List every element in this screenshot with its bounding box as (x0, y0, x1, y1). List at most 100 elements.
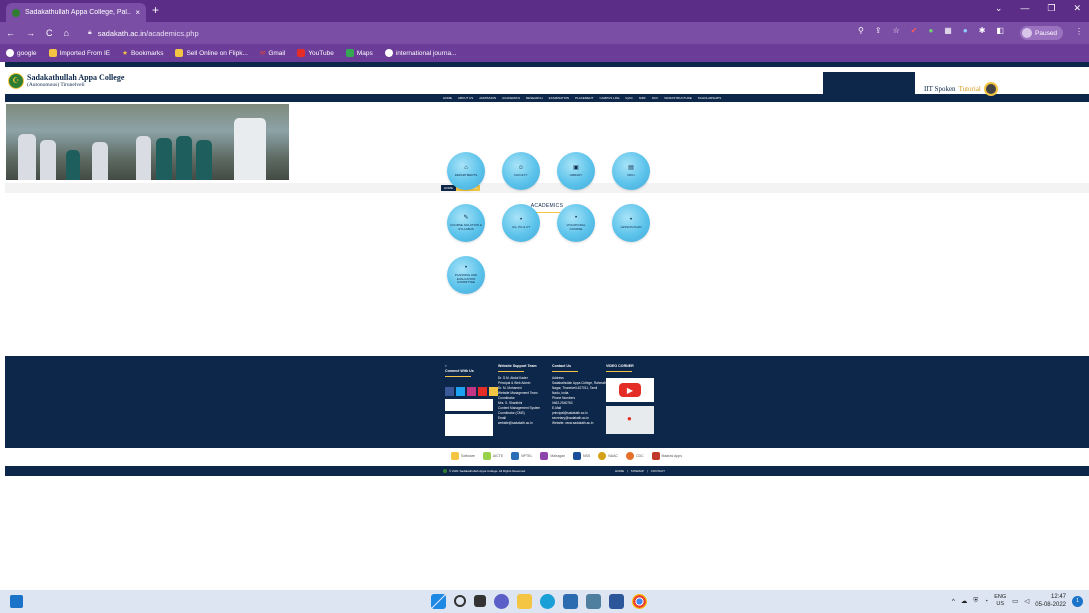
security-icon[interactable]: ⛨ (973, 597, 978, 605)
puzzle-icon[interactable]: ✱ (979, 26, 986, 35)
start-icon[interactable] (431, 594, 446, 609)
people-icon: ☺ (517, 164, 525, 171)
address-bar-row: ← → C ⌂ 🔒︎ sadakath.ac.in /academics.php… (0, 22, 1089, 44)
kebab-menu-icon[interactable]: ⋮ (1075, 27, 1083, 36)
sponsor-software[interactable]: Software (451, 452, 475, 460)
app-icon[interactable] (586, 594, 601, 609)
twitter-icon[interactable] (456, 387, 465, 396)
nav-academics[interactable]: ACADEMICS (502, 96, 520, 100)
sponsor-cdc[interactable]: CDC (625, 452, 644, 460)
college-name[interactable]: Sadakathullah Appa College (Autonomous) … (27, 73, 124, 88)
footer-link-sitemap[interactable]: SITEMAP (631, 469, 644, 473)
bookmark-journal[interactable]: international journa... (384, 49, 456, 57)
youtube-video[interactable]: ▶ (606, 378, 654, 402)
nav-iqac[interactable]: IQAC (625, 96, 632, 100)
bookmark-google[interactable]: google (6, 49, 37, 57)
bookmark-maps[interactable]: Maps (345, 49, 373, 57)
browser-tab[interactable]: Sadakathullah Appa College, Pal... × (6, 3, 146, 22)
file-explorer-icon[interactable] (517, 594, 532, 609)
forward-arrow-icon[interactable]: → (26, 28, 35, 38)
clock[interactable]: 12:47 05-08-2022 (1035, 593, 1066, 609)
aicte-logo-icon (482, 452, 491, 460)
nav-placement[interactable]: PLACEMENT (575, 96, 593, 100)
profile-button[interactable]: Paused (1020, 26, 1064, 40)
nirf-badge[interactable] (445, 399, 493, 411)
sidepanel-icon[interactable]: ◧ (996, 26, 1004, 35)
bookmark-bookmarks[interactable]: ★ Bookmarks (122, 49, 163, 58)
search-icon[interactable]: ⚲ (858, 26, 864, 35)
sponsor-nss[interactable]: NSS (573, 452, 590, 460)
youtube-icon[interactable] (478, 387, 487, 396)
nav-about[interactable]: ABOUT US (458, 96, 473, 100)
chat-icon[interactable] (494, 594, 509, 609)
linkedin-icon[interactable] (489, 387, 498, 396)
reload-icon[interactable]: C (46, 28, 53, 38)
nav-research[interactable]: RESEARCH (526, 96, 543, 100)
footer-link-contact[interactable]: CONTACT (651, 469, 665, 473)
task-view-icon[interactable] (474, 595, 486, 607)
share-icon[interactable]: ⇪ (875, 26, 882, 35)
ug-pg-button[interactable]: • UG, PG & UT (502, 204, 540, 242)
sponsor-madras[interactable]: Madras Apps (651, 452, 682, 460)
nav-admission[interactable]: ADMISSION (479, 96, 496, 100)
url-field[interactable]: 🔒︎ sadakath.ac.in /academics.php (88, 25, 858, 41)
new-tab-button[interactable]: + (152, 3, 159, 17)
facebook-icon[interactable] (445, 387, 454, 396)
syllabus-button[interactable]: ✎ COURSE SOLUTION & SYLLABUS (447, 204, 485, 242)
nav-nirf[interactable]: NIRF (639, 96, 646, 100)
extension-check-icon[interactable]: ✔ (911, 26, 918, 35)
onedrive-icon[interactable]: ☁ (961, 597, 968, 605)
library-button[interactable]: ▣ LIBRARY (557, 152, 595, 190)
vocational-button[interactable]: • VOCATIONAL COURSE (557, 204, 595, 242)
back-arrow-icon[interactable]: ← (6, 28, 15, 38)
word-icon[interactable] (609, 594, 624, 609)
azadi-logo[interactable] (445, 414, 493, 436)
volume-icon[interactable]: ◁ (1024, 597, 1029, 605)
nav-examination[interactable]: EXAMINATION (549, 96, 569, 100)
star-icon[interactable]: ☆ (893, 26, 900, 35)
map-embed[interactable]: ● (606, 406, 654, 434)
bookmark-youtube[interactable]: YouTube (297, 49, 334, 57)
minimize-button[interactable]: — (1020, 3, 1029, 14)
faculty-button[interactable]: ☺ FACULTY (502, 152, 540, 190)
departments-button[interactable]: ⌂ DEPARTMENTS (447, 152, 485, 190)
language-indicator[interactable]: ENG US (994, 594, 1006, 608)
store-icon[interactable] (563, 594, 578, 609)
footer-link-home[interactable]: HOME (615, 469, 624, 473)
nav-scholarships[interactable]: SCHOLARSHIPS (698, 96, 722, 100)
bookmark-imported[interactable]: Imported From IE (48, 49, 110, 57)
notification-badge[interactable]: 1 (1072, 595, 1083, 607)
close-tab-icon[interactable]: × (135, 8, 140, 17)
sponsor-mahagan[interactable]: Mahagan (540, 452, 565, 460)
planning-committee-button[interactable]: • PLANNING AND EVALUATION COMMITTEE (447, 256, 485, 294)
mou-button[interactable]: ▤ MOU (612, 152, 650, 190)
restore-button[interactable]: ❐ (1047, 3, 1055, 14)
sponsor-aicte[interactable]: AICTE (482, 452, 503, 460)
display-icon[interactable]: ▭ (1012, 597, 1018, 605)
wifi-icon[interactable]: ◔ (984, 598, 988, 605)
extension-drop-icon[interactable]: ● (963, 26, 968, 35)
extension-green-icon[interactable]: ● (928, 26, 933, 35)
nav-infrastructure[interactable]: INFRASTRUCTURE (664, 96, 692, 100)
widgets-icon[interactable] (10, 595, 23, 608)
home-icon[interactable]: ⌂ (64, 28, 69, 38)
bookmark-flipkart[interactable]: Sell Online on Flipk... (175, 49, 248, 57)
instagram-icon[interactable] (467, 387, 476, 396)
sponsor-naac[interactable]: NAAC (598, 452, 618, 460)
close-window-button[interactable]: ✕ (1073, 3, 1081, 14)
lesson-plan-button[interactable]: • LESSON PLAN (612, 204, 650, 242)
college-logo-icon[interactable]: ☪ (8, 72, 24, 89)
nav-campus-life[interactable]: CAMPUS LIFE (599, 96, 619, 100)
bookmark-gmail[interactable]: ✉ Gmail (260, 49, 285, 58)
extension-grid-icon[interactable]: ▦ (944, 26, 952, 35)
search-icon[interactable] (454, 595, 466, 607)
nav-home[interactable]: HOME (443, 96, 452, 100)
nav-ncc[interactable]: NCC (652, 96, 659, 100)
chrome-icon[interactable] (632, 594, 647, 609)
chevron-up-icon[interactable]: ^ (952, 598, 955, 605)
edge-icon[interactable] (540, 594, 555, 609)
sponsor-nptel[interactable]: NPTEL (511, 452, 532, 460)
spoken-tutorial-logo[interactable]: IIT Spoken Tutorial (924, 82, 998, 96)
page-title: ACADEMICS (530, 203, 564, 209)
tab-search-icon[interactable]: ⌄ (995, 3, 1003, 14)
